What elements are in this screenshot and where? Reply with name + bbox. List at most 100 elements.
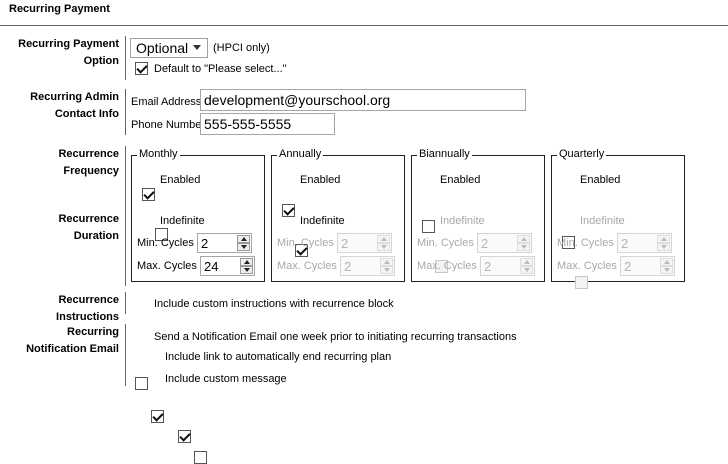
duration-label-line1: Recurrence bbox=[58, 213, 119, 225]
quarterly-max-cycles-input[interactable]: 2 bbox=[620, 256, 675, 276]
spinner-up-icon[interactable] bbox=[380, 258, 393, 266]
custom-instructions-label: Include custom instructions with recurre… bbox=[154, 298, 394, 310]
biannually-enabled-checkbox[interactable] bbox=[422, 220, 435, 233]
spinner-down-icon[interactable] bbox=[240, 266, 253, 274]
instructions-label: Recurrence Instructions bbox=[0, 292, 119, 326]
biannually-min-cycles-input[interactable]: 2 bbox=[477, 233, 532, 253]
spinner-up-icon[interactable] bbox=[377, 235, 390, 243]
frequency-label: Recurrence Frequency bbox=[0, 146, 119, 180]
monthly-enabled-checkbox[interactable] bbox=[142, 188, 155, 201]
instructions-divider bbox=[125, 292, 126, 314]
option-label-line1: Recurring Payment bbox=[18, 38, 119, 50]
send-notification-checkbox[interactable] bbox=[151, 410, 165, 423]
notification-divider bbox=[125, 324, 126, 386]
max-cycles-value: 2 bbox=[624, 259, 632, 274]
spinner-down-icon[interactable] bbox=[380, 266, 393, 274]
spinner-buttons bbox=[237, 235, 250, 251]
spinner-up-icon[interactable] bbox=[657, 235, 670, 243]
max-cycles-label: Max. Cycles bbox=[417, 260, 477, 272]
instructions-label-line1: Recurrence bbox=[58, 294, 119, 306]
spinner-buttons bbox=[657, 235, 670, 251]
min-cycles-value: 2 bbox=[481, 236, 489, 251]
monthly-max-cycles-input[interactable]: 24 bbox=[200, 256, 255, 276]
spinner-down-icon[interactable] bbox=[377, 243, 390, 251]
custom-instructions-checkbox[interactable] bbox=[135, 377, 148, 390]
spinner-down-icon[interactable] bbox=[657, 243, 670, 251]
email-input[interactable]: development@yourschool.org bbox=[200, 89, 526, 111]
notification-label-line2: Notification Email bbox=[26, 343, 119, 355]
min-cycles-label: Min. Cycles bbox=[277, 237, 334, 249]
contact-label: Recurring Admin Contact Info bbox=[0, 89, 119, 123]
spinner-buttons bbox=[520, 258, 533, 274]
max-cycles-value: 24 bbox=[204, 259, 219, 274]
indefinite-label: Indefinite bbox=[160, 215, 205, 227]
option-divider bbox=[125, 36, 126, 80]
chevron-down-icon bbox=[193, 45, 201, 50]
max-cycles-label: Max. Cycles bbox=[557, 260, 617, 272]
spinner-buttons bbox=[517, 235, 530, 251]
indefinite-label: Indefinite bbox=[580, 215, 625, 227]
send-notification-label: Send a Notification Email one week prior… bbox=[154, 331, 517, 343]
default-please-select-label: Default to "Please select..." bbox=[154, 63, 287, 75]
spinner-down-icon[interactable] bbox=[237, 243, 250, 251]
min-cycles-label: Min. Cycles bbox=[137, 237, 194, 249]
enabled-label: Enabled bbox=[160, 174, 201, 186]
enabled-label: Enabled bbox=[300, 174, 341, 186]
quarterly-indefinite-checkbox[interactable] bbox=[575, 276, 588, 289]
notification-label-line1: Recurring bbox=[67, 326, 119, 338]
email-label: Email Address bbox=[131, 96, 202, 108]
spinner-down-icon[interactable] bbox=[660, 266, 673, 274]
min-cycles-value: 2 bbox=[341, 236, 349, 251]
panel-legend: Quarterly bbox=[557, 148, 607, 161]
phone-input[interactable]: 555-555-5555 bbox=[200, 113, 335, 135]
spinner-buttons bbox=[377, 235, 390, 251]
spinner-up-icon[interactable] bbox=[237, 235, 250, 243]
spinner-up-icon[interactable] bbox=[240, 258, 253, 266]
indefinite-label: Indefinite bbox=[300, 215, 345, 227]
spinner-down-icon[interactable] bbox=[520, 266, 533, 274]
max-cycles-label: Max. Cycles bbox=[277, 260, 337, 272]
annually-min-cycles-input[interactable]: 2 bbox=[337, 233, 392, 253]
duration-label: Recurrence Duration bbox=[0, 211, 119, 245]
include-end-link-label: Include link to automatically end recurr… bbox=[165, 351, 392, 363]
max-cycles-value: 2 bbox=[484, 259, 492, 274]
min-cycles-label: Min. Cycles bbox=[557, 237, 614, 249]
phone-label: Phone Number bbox=[131, 119, 205, 131]
min-cycles-value: 2 bbox=[621, 236, 629, 251]
spinner-buttons bbox=[240, 258, 253, 274]
annually-max-cycles-input[interactable]: 2 bbox=[340, 256, 395, 276]
contact-label-line2: Contact Info bbox=[54, 108, 119, 120]
min-cycles-value: 2 bbox=[201, 236, 209, 251]
frequency-label-line2: Frequency bbox=[63, 165, 119, 177]
annually-enabled-checkbox[interactable] bbox=[282, 204, 295, 217]
header-divider bbox=[0, 25, 728, 26]
contact-divider bbox=[125, 89, 126, 135]
spinner-up-icon[interactable] bbox=[520, 258, 533, 266]
spinner-buttons bbox=[660, 258, 673, 274]
quarterly-min-cycles-input[interactable]: 2 bbox=[617, 233, 672, 253]
option-hint: (HPCI only) bbox=[213, 42, 270, 54]
max-cycles-label: Max. Cycles bbox=[137, 260, 197, 272]
biannually-max-cycles-input[interactable]: 2 bbox=[480, 256, 535, 276]
contact-label-line1: Recurring Admin bbox=[30, 91, 119, 103]
include-end-link-checkbox[interactable] bbox=[178, 430, 192, 443]
spinner-buttons bbox=[380, 258, 393, 274]
enabled-label: Enabled bbox=[580, 174, 621, 186]
option-label-line2: Option bbox=[83, 55, 119, 67]
min-cycles-label: Min. Cycles bbox=[417, 237, 474, 249]
duration-label-line2: Duration bbox=[73, 230, 119, 242]
panel-legend: Biannually bbox=[417, 148, 472, 161]
spinner-up-icon[interactable] bbox=[660, 258, 673, 266]
recurrence-divider bbox=[125, 146, 126, 286]
indefinite-label: Indefinite bbox=[440, 215, 485, 227]
max-cycles-value: 2 bbox=[344, 259, 352, 274]
panel-legend: Annually bbox=[277, 148, 324, 161]
spinner-up-icon[interactable] bbox=[517, 235, 530, 243]
option-label: Recurring Payment Option bbox=[0, 36, 119, 70]
panel-legend: Monthly bbox=[137, 148, 180, 161]
include-custom-message-checkbox[interactable] bbox=[194, 451, 208, 464]
monthly-min-cycles-input[interactable]: 2 bbox=[197, 233, 252, 253]
spinner-down-icon[interactable] bbox=[517, 243, 530, 251]
default-please-select-checkbox[interactable] bbox=[135, 62, 148, 75]
recurring-option-select[interactable]: Optional bbox=[130, 38, 208, 58]
